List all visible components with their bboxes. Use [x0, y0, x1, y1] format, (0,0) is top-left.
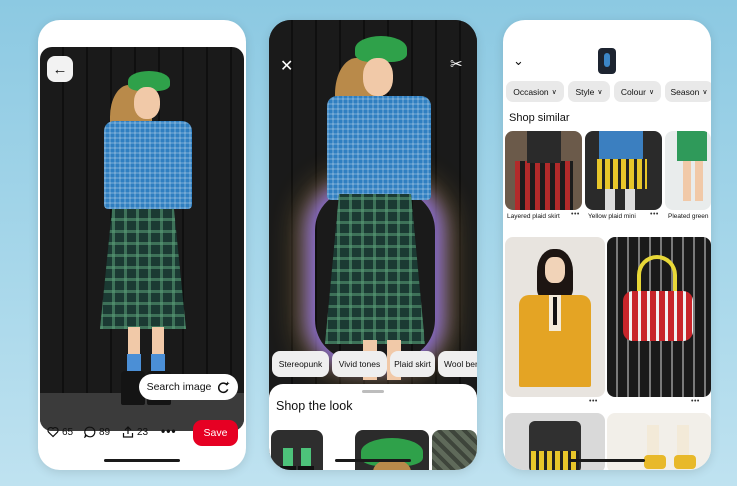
tag-chip[interactable]: Wool beret — [438, 351, 477, 377]
home-indicator — [104, 459, 180, 462]
visual-search-icon — [218, 380, 231, 393]
save-button[interactable]: Save — [193, 420, 238, 446]
chevron-down-icon: ∨ — [551, 88, 557, 96]
like-button[interactable]: 65 — [47, 426, 73, 438]
similar-product-card[interactable] — [505, 131, 582, 210]
pin-action-bar: 65 89 23 ••• Save — [38, 419, 246, 447]
comment-button[interactable]: 89 — [84, 426, 110, 438]
visual-search-screen: ✕ ✂ Stereopunk Vivid tones Plaid skirt W… — [269, 20, 477, 470]
filter-occasion[interactable]: Occasion ∨ — [506, 81, 564, 102]
chevron-down-icon: ∨ — [648, 88, 655, 96]
filter-label: Style — [575, 86, 595, 97]
close-icon[interactable]: ✕ — [280, 56, 293, 76]
comment-count: 89 — [99, 426, 111, 438]
search-image-label: Search image — [146, 381, 212, 393]
product-card[interactable] — [607, 237, 711, 397]
pin-closeup-screen: ← Search image 65 89 23 ••• Save — [38, 20, 246, 470]
more-options-icon[interactable]: ••• — [589, 398, 598, 405]
filter-label: Colour — [620, 86, 646, 97]
product-thumb[interactable] — [432, 430, 477, 470]
chevron-down-icon[interactable]: ⌄ — [513, 53, 524, 69]
share-icon — [122, 426, 134, 438]
filter-style[interactable]: Style ∨ — [568, 81, 610, 102]
similar-product-label: Pleated green — [668, 213, 709, 220]
share-button[interactable]: 23 — [122, 426, 148, 438]
share-count: 23 — [137, 426, 149, 438]
shop-similar-title: Shop similar — [509, 112, 570, 124]
home-indicator — [569, 459, 645, 462]
tag-chip[interactable]: Plaid skirt — [390, 351, 435, 377]
filter-label: Season — [670, 86, 700, 97]
source-image-thumbnail[interactable] — [598, 48, 616, 74]
product-thumb[interactable] — [271, 430, 323, 470]
chevron-down-icon: ∨ — [702, 88, 708, 96]
heart-icon — [47, 426, 59, 438]
filter-label: Occasion — [513, 86, 549, 97]
tag-chip-row: Stereopunk Vivid tones Plaid skirt Wool … — [269, 351, 477, 377]
filter-season[interactable]: Season ∨ — [665, 81, 711, 102]
shop-the-look-title: Shop the look — [276, 399, 353, 413]
product-thumb[interactable] — [355, 430, 429, 470]
scissors-icon[interactable]: ✂ — [450, 55, 463, 73]
model-figure — [313, 34, 443, 394]
filter-chip-row: Occasion ∨ Style ∨ Colour ∨ Season ∨ — [506, 81, 711, 102]
search-image-button[interactable]: Search image — [139, 374, 238, 400]
more-options-icon[interactable]: ••• — [650, 211, 659, 218]
tag-chip[interactable]: Stereopunk — [272, 351, 329, 377]
home-indicator — [335, 459, 411, 462]
similar-product-card[interactable] — [585, 131, 662, 210]
search-image-view[interactable] — [269, 20, 477, 400]
sheet-drag-handle[interactable] — [362, 390, 384, 393]
more-options-icon[interactable]: ••• — [691, 398, 700, 405]
model-figure — [92, 69, 202, 409]
more-options-icon[interactable]: ••• — [161, 424, 177, 438]
shop-the-look-sheet: Shop the look — [269, 384, 477, 470]
comment-icon — [84, 426, 96, 438]
filter-colour[interactable]: Colour ∨ — [614, 81, 661, 102]
more-options-icon[interactable]: ••• — [571, 211, 580, 218]
back-arrow-icon[interactable]: ← — [47, 56, 73, 82]
tag-chip[interactable]: Vivid tones — [332, 351, 387, 377]
chevron-down-icon: ∨ — [597, 88, 603, 96]
similar-product-card[interactable] — [665, 131, 711, 210]
product-card[interactable] — [505, 237, 605, 397]
similar-product-label: Layered plaid skirt — [507, 213, 560, 220]
similar-product-label: Yellow plaid mini — [588, 213, 636, 220]
shop-similar-screen: ⌄ Occasion ∨ Style ∨ Colour ∨ Season ∨ Shop … — [503, 20, 711, 470]
like-count: 65 — [62, 426, 74, 438]
